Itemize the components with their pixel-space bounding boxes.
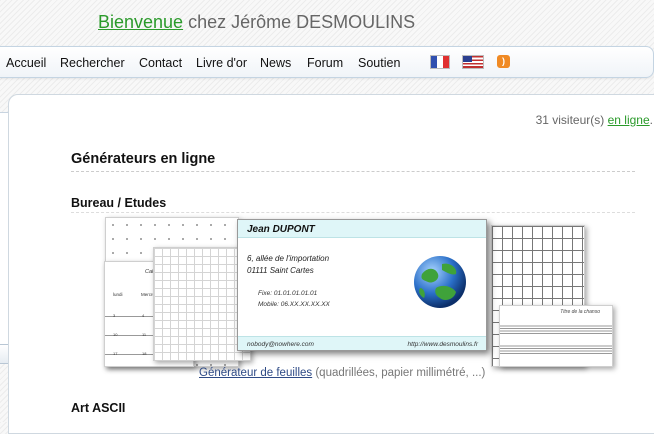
content-panel: 31 visiteur(s) en ligne. Générateurs en … bbox=[8, 94, 654, 434]
visitor-counter: 31 visiteur(s) en ligne. bbox=[536, 113, 653, 127]
calendar-day: 18 bbox=[142, 351, 147, 356]
page-title: Générateurs en ligne bbox=[71, 151, 216, 167]
site-title-rest: chez Jérôme DESMOULINS bbox=[183, 12, 416, 32]
caption-detail: (quadrillées, papier millimétré, ...) bbox=[312, 367, 486, 379]
card-phone-fixe: Fixe: 01.01.01.01.01 bbox=[258, 290, 318, 297]
section-heading-ascii: Art ASCII bbox=[71, 401, 126, 415]
sheet-generator-caption: Générateur de feuilles (quadrillées, pap… bbox=[199, 367, 485, 379]
nav-contact[interactable]: Contact bbox=[139, 56, 182, 70]
title-divider bbox=[71, 171, 635, 172]
sheet-generator-link[interactable]: Générateur de feuilles bbox=[199, 367, 312, 379]
nav-forum[interactable]: Forum bbox=[307, 56, 343, 70]
section-divider bbox=[71, 212, 635, 213]
rss-icon[interactable]: ) bbox=[497, 55, 510, 68]
calendar-day: 17 bbox=[113, 351, 118, 356]
music-staff bbox=[500, 324, 612, 334]
main-navbar: Accueil Rechercher Contact Livre d'or Ne… bbox=[0, 46, 654, 78]
music-sheet-preview[interactable]: Titre de la chanso bbox=[499, 305, 613, 367]
card-address-line2: 01111 Saint Cartes bbox=[247, 266, 314, 275]
nav-rechercher[interactable]: Rechercher bbox=[60, 56, 125, 70]
site-title: Bienvenue chez Jérôme DESMOULINS bbox=[98, 12, 415, 33]
nav-news[interactable]: News bbox=[260, 56, 291, 70]
music-title: Titre de la chanso bbox=[560, 309, 600, 315]
welcome-link[interactable]: Bienvenue bbox=[98, 12, 183, 32]
globe-icon bbox=[414, 256, 466, 308]
card-phone-mobile: Mobile: 06.XX.XX.XX.XX bbox=[258, 301, 330, 308]
online-link[interactable]: en ligne bbox=[608, 113, 650, 127]
card-name: Jean DUPONT bbox=[247, 224, 315, 235]
nav-accueil[interactable]: Accueil bbox=[6, 56, 46, 70]
section-heading-bureau: Bureau / Etudes bbox=[71, 196, 167, 210]
card-website: http://www.desmoulins.fr bbox=[407, 341, 478, 348]
nav-livre-dor[interactable]: Livre d'or bbox=[196, 56, 247, 70]
nav-soutien[interactable]: Soutien bbox=[358, 56, 400, 70]
calendar-day: 3 bbox=[113, 313, 116, 318]
flag-france-icon[interactable] bbox=[430, 55, 450, 69]
calendar-day: 10 bbox=[113, 332, 118, 337]
calendar-day: 11 bbox=[142, 332, 147, 337]
calendar-day: 4 bbox=[142, 313, 145, 318]
business-card-preview[interactable]: Jean DUPONT 6, allée de l'importation 01… bbox=[237, 219, 487, 351]
card-address-line1: 6, allée de l'importation bbox=[247, 254, 330, 263]
music-staff bbox=[500, 344, 612, 354]
calendar-header: lundi bbox=[113, 292, 123, 297]
card-email: nobody@nowhere.com bbox=[247, 341, 314, 348]
flag-usa-icon[interactable] bbox=[462, 55, 484, 69]
visitor-suffix: . bbox=[649, 113, 653, 127]
visitor-count: 31 visiteur(s) bbox=[535, 113, 608, 127]
